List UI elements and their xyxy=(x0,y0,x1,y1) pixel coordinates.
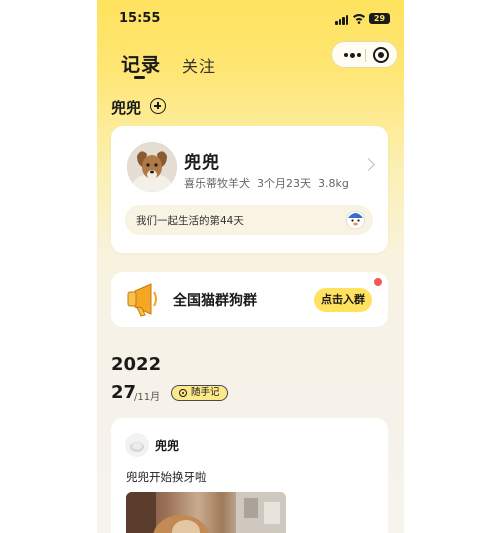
quick-note-label: 随手记 xyxy=(191,387,220,398)
post-text: 兜兜开始换牙啦 xyxy=(126,470,207,484)
timeline-day: 27 xyxy=(111,382,137,403)
pet-details: 喜乐蒂牧羊犬 3个月23天 3.8kg xyxy=(184,175,356,191)
join-group-button[interactable]: 点击入群 xyxy=(314,288,372,312)
mascot-icon xyxy=(346,210,365,230)
pet-name: 兜兜 xyxy=(184,153,220,173)
miniprogram-capsule xyxy=(331,41,398,68)
post-author: 兜兜 xyxy=(155,439,180,453)
add-pet-icon[interactable] xyxy=(150,98,166,114)
timeline-month: /11月 xyxy=(134,392,161,403)
note-icon xyxy=(179,389,187,397)
group-invite-card[interactable]: 全国猫群狗群 点击入群 xyxy=(111,272,388,327)
pet-selector[interactable]: 兜兜 xyxy=(111,97,141,118)
battery-icon: 29 xyxy=(369,13,390,24)
pet-age: 3个月23天 xyxy=(257,177,311,190)
pet-profile-card[interactable]: 兜兜 喜乐蒂牧羊犬 3个月23天 3.8kg 我们一起生活的第44天 xyxy=(111,126,388,253)
pet-breed: 喜乐蒂牧羊犬 xyxy=(184,177,250,190)
pet-avatar xyxy=(127,142,177,192)
signal-icon xyxy=(335,15,349,25)
active-tab-indicator xyxy=(134,76,145,79)
post-photo[interactable] xyxy=(126,492,286,533)
chevron-right-icon[interactable] xyxy=(362,158,375,171)
quick-note-badge[interactable]: 随手记 xyxy=(171,385,228,401)
author-avatar xyxy=(125,433,149,457)
tab-following[interactable]: 关注 xyxy=(182,53,216,77)
timeline-year: 2022 xyxy=(111,354,162,375)
notification-dot xyxy=(374,278,382,286)
group-title: 全国猫群狗群 xyxy=(173,293,257,309)
megaphone-icon xyxy=(127,283,157,317)
wifi-icon xyxy=(353,14,365,24)
status-bar: 15:55 29 xyxy=(97,0,404,38)
timeline-post[interactable]: 兜兜 兜兜开始换牙啦 xyxy=(111,418,388,533)
together-days-banner: 我们一起生活的第44天 xyxy=(125,205,373,235)
status-time: 15:55 xyxy=(119,11,161,26)
more-options-icon[interactable] xyxy=(341,48,363,62)
close-miniprogram-icon[interactable] xyxy=(373,47,389,63)
capsule-divider xyxy=(365,49,366,62)
tab-records[interactable]: 记录 xyxy=(121,50,161,77)
app-screen: 15:55 29 记录 关注 兜兜 兜兜 喜乐蒂牧羊犬 3个月23天 3.8kg… xyxy=(97,0,404,533)
pet-weight: 3.8kg xyxy=(318,177,349,190)
together-days-text: 我们一起生活的第44天 xyxy=(136,215,244,227)
